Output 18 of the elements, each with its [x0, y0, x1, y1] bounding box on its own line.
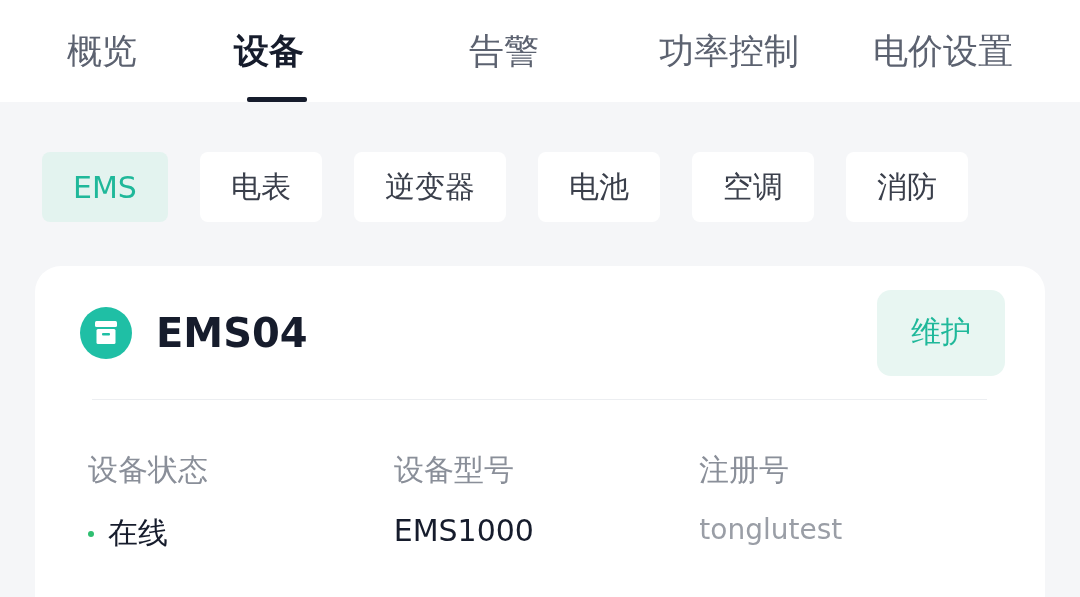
category-chip[interactable]: 电表 [199, 152, 322, 222]
field-value: 在线 [108, 514, 168, 552]
field-value: EMS1000 [393, 513, 534, 548]
category-chip[interactable]: 消防 [845, 152, 968, 222]
field-label: 设备型号 [393, 451, 515, 489]
device-name: EMS04 [156, 309, 309, 356]
masked-value: tonglutest [699, 513, 843, 546]
field-label: 设备状态 [88, 451, 209, 489]
tab[interactable]: 电价设置 [856, 0, 1030, 102]
category-chip[interactable]: 空调 [691, 152, 814, 222]
tab[interactable]: 概览 [50, 0, 167, 102]
tab[interactable]: 告警 [452, 0, 572, 102]
field-label: 注册号 [699, 451, 791, 489]
category-chip[interactable]: 电池 [537, 152, 660, 222]
tab[interactable]: 设备 [217, 0, 337, 102]
tab[interactable]: 功率控制 [642, 0, 816, 102]
category-chip[interactable]: 逆变器 [353, 152, 506, 222]
archive-icon [80, 306, 132, 359]
